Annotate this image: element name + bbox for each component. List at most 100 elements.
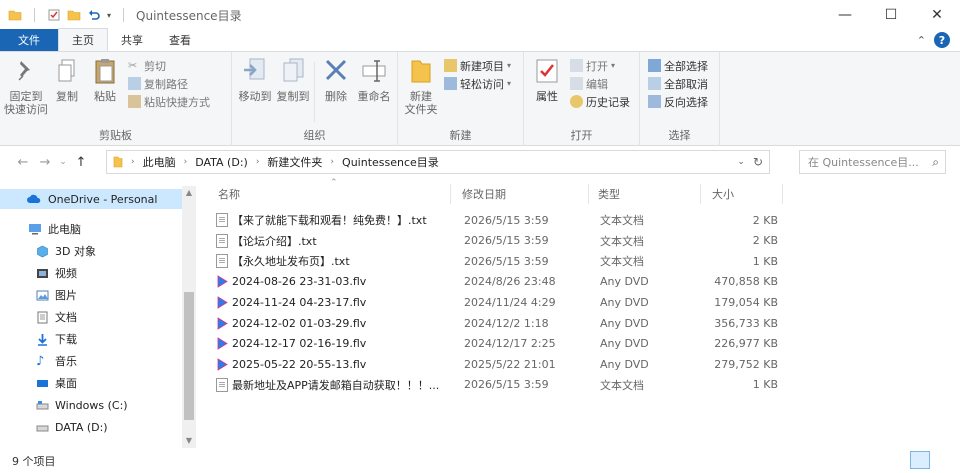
sidebar-item-music[interactable]: ♪ 音乐 — [0, 351, 77, 371]
breadcrumb-this-pc[interactable]: 此电脑 — [143, 154, 176, 170]
back-icon[interactable]: ← — [12, 155, 34, 170]
file-name: 2024-12-02 01-03-29.flv — [232, 316, 367, 330]
select-none-button[interactable]: 全部取消 — [648, 76, 708, 91]
address-bar[interactable]: › 此电脑 › DATA (D:) › 新建文件夹 › Quintessence… — [106, 150, 770, 174]
help-icon[interactable]: ? — [934, 32, 950, 48]
sidebar-item-onedrive[interactable]: OneDrive - Personal — [0, 189, 182, 209]
sidebar-item-pictures[interactable]: 图片 — [0, 285, 77, 305]
properties-icon[interactable] — [47, 8, 61, 22]
file-type: Any DVD — [600, 357, 649, 371]
file-name: 【论坛介绍】.txt — [232, 234, 317, 248]
column-divider[interactable] — [588, 184, 589, 204]
dropdown-icon: ▾ — [507, 61, 512, 70]
folder-icon[interactable] — [8, 8, 22, 22]
file-row[interactable]: 2024-12-02 01-03-29.flv 2024/12/2 1:18 Any… — [216, 313, 786, 333]
file-row[interactable]: 【永久地址发布页】.txt 2026/5/15 3:59 文本文档 1 KB — [216, 251, 786, 271]
title-divider — [34, 8, 35, 22]
sidebar-item-3d-objects[interactable]: 3D 对象 — [0, 241, 96, 261]
file-name-cell: 2024-08-26 23-31-03.flv — [216, 275, 366, 288]
file-row[interactable]: 2024-08-26 23-31-03.flv 2024/8/26 23:48 An… — [216, 272, 786, 292]
cut-button[interactable]: ✂ 剪切 — [128, 58, 210, 73]
scroll-down-icon[interactable]: ▼ — [182, 434, 196, 448]
paste-shortcut-button[interactable]: 粘贴快捷方式 — [128, 94, 210, 109]
sidebar-item-data-d[interactable]: DATA (D:) — [0, 417, 108, 437]
minimize-icon[interactable]: — — [822, 0, 868, 30]
search-icon[interactable]: ⌕ — [932, 155, 939, 170]
copy-label: 复制 — [56, 90, 78, 103]
sidebar-item-this-pc[interactable]: 此电脑 — [0, 219, 81, 239]
easy-access-button[interactable]: 轻松访问 ▾ — [444, 76, 511, 91]
open-group: 属性 打开 ▾ 编辑 历史记录 打开 — [524, 52, 640, 146]
file-date: 2024/12/17 2:25 — [464, 337, 556, 351]
file-date: 2026/5/15 3:59 — [464, 234, 549, 248]
file-row[interactable]: 【来了就能下载和观看！纯免费！】.txt 2026/5/15 3:59 文本文档 2 … — [216, 210, 786, 230]
file-name-cell: 【来了就能下载和观看！纯免费！】.txt — [216, 212, 427, 228]
edit-button[interactable]: 编辑 — [570, 76, 630, 91]
scroll-up-icon[interactable]: ▲ — [182, 186, 196, 200]
sidebar-item-documents[interactable]: 文档 — [0, 307, 77, 327]
sidebar-scrollbar[interactable]: ▲ ▼ — [182, 186, 196, 448]
new-folder-label: 新建 文件夹 — [404, 90, 438, 116]
copy-path-button[interactable]: 复制路径 — [128, 76, 210, 91]
qa-dropdown-icon[interactable]: ▾ — [107, 11, 111, 20]
file-row[interactable]: 2024-12-17 02-16-19.flv 2024/12/17 2:25 An… — [216, 334, 786, 354]
large-icons-view-icon[interactable] — [934, 451, 954, 469]
invert-selection-button[interactable]: 反向选择 — [648, 94, 708, 109]
up-icon[interactable]: ↑ — [70, 155, 92, 170]
sidebar-item-videos[interactable]: 视频 — [0, 263, 77, 283]
select-all-button[interactable]: 全部选择 — [648, 58, 708, 73]
tab-file[interactable]: 文件 — [0, 29, 58, 51]
column-header-name[interactable]: 名称 — [218, 182, 240, 206]
file-row[interactable]: 2024-11-24 04-23-17.flv 2024/11/24 4:29 An… — [216, 292, 786, 312]
details-view-icon[interactable] — [910, 451, 930, 469]
column-header-type[interactable]: 类型 — [598, 182, 620, 206]
breadcrumb-separator: › — [330, 157, 335, 167]
drive-icon — [36, 425, 49, 431]
breadcrumb-new-folder[interactable]: 新建文件夹 — [267, 154, 322, 170]
file-row[interactable]: 2025-05-22 20-55-13.flv 2025/5/22 21:01 An… — [216, 354, 786, 374]
collapse-ribbon-icon[interactable]: ⌃ — [917, 34, 926, 47]
title-bar: ▾ Quintessence目录 — ☐ ✕ — [0, 0, 960, 30]
tab-view[interactable]: 查看 — [156, 29, 204, 51]
tab-share[interactable]: 共享 — [108, 29, 156, 51]
history-button[interactable]: 历史记录 — [570, 94, 630, 109]
undo-icon[interactable] — [87, 8, 101, 22]
new-item-button[interactable]: 新建项目 ▾ — [444, 58, 511, 73]
file-row[interactable]: 【论坛介绍】.txt 2026/5/15 3:59 文本文档 2 KB — [216, 231, 786, 251]
search-input[interactable]: 在 Quintessence目... ⌕ — [799, 150, 946, 174]
open-button[interactable]: 打开 ▾ — [570, 58, 630, 73]
sidebar-item-desktop[interactable]: 桌面 — [0, 373, 77, 393]
video-file-icon — [217, 337, 228, 350]
easy-access-icon — [444, 77, 457, 90]
breadcrumb-current-folder[interactable]: Quintessence目录 — [342, 154, 439, 170]
cloud-icon — [27, 194, 41, 203]
properties-label: 属性 — [536, 90, 558, 103]
file-name: 2024-08-26 23-31-03.flv — [232, 275, 367, 289]
new-folder-icon[interactable] — [67, 8, 81, 22]
column-header-date[interactable]: 修改日期 — [462, 182, 506, 206]
file-name: 【来了就能下载和观看！纯免费！】.txt — [232, 214, 427, 227]
breadcrumb-data-drive[interactable]: DATA (D:) — [195, 156, 248, 169]
file-name: 2025-05-22 20-55-13.flv — [232, 357, 367, 371]
refresh-icon[interactable]: ↻ — [753, 155, 763, 169]
file-row[interactable]: 最新地址及APP请发邮箱自动获取！！！... 2026/5/15 3:59 文本文档… — [216, 375, 786, 395]
address-dropdown-icon[interactable]: ⌄ — [737, 157, 745, 167]
pin-label: 固定到 快速访问 — [4, 90, 48, 116]
scrollbar-thumb[interactable] — [184, 292, 194, 420]
forward-icon[interactable]: → — [34, 155, 56, 170]
navigation-pane: OneDrive - Personal 此电脑 3D 对象 视频 图片 文档 下… — [0, 186, 196, 448]
recent-locations-icon[interactable]: ⌄ — [56, 157, 70, 167]
sidebar-item-downloads[interactable]: 下载 — [0, 329, 77, 349]
column-header-size[interactable]: 大小 — [712, 182, 734, 206]
sidebar-item-label: 音乐 — [55, 355, 77, 368]
close-icon[interactable]: ✕ — [914, 0, 960, 30]
open-icon — [570, 59, 583, 72]
maximize-icon[interactable]: ☐ — [868, 0, 914, 30]
file-size: 2 KB — [752, 234, 778, 248]
file-name-cell: 2024-12-02 01-03-29.flv — [216, 317, 366, 330]
column-divider[interactable] — [450, 184, 451, 204]
column-divider[interactable] — [700, 184, 701, 204]
column-divider[interactable] — [782, 184, 783, 204]
sidebar-item-windows-c[interactable]: Windows (C:) — [0, 395, 128, 415]
tab-home[interactable]: 主页 — [58, 28, 108, 51]
